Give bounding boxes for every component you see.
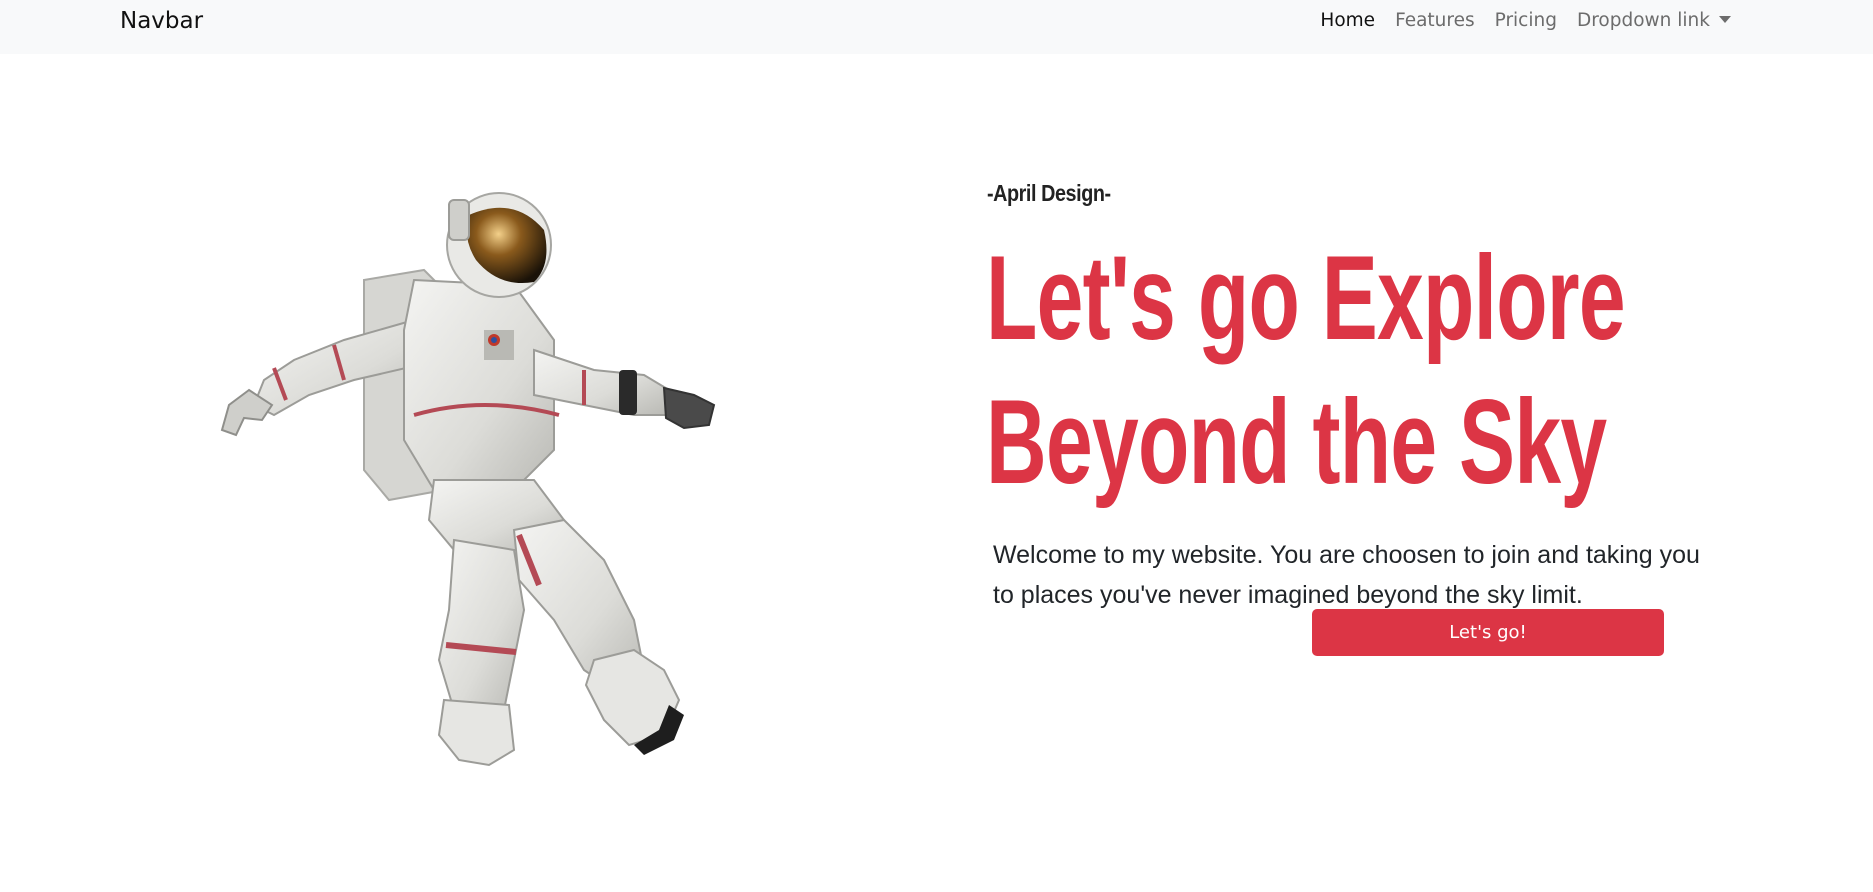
hero-headline-line2: Beyond the Sky — [986, 375, 1607, 509]
nav-link-features[interactable]: Features — [1395, 9, 1475, 33]
hero-headline: Let's go Explore Beyond the Sky — [986, 226, 1626, 514]
nav-link-home[interactable]: Home — [1320, 9, 1375, 33]
nav-dropdown-toggle[interactable]: Dropdown link — [1577, 9, 1731, 33]
nav-link-pricing[interactable]: Pricing — [1495, 9, 1557, 33]
nav-dropdown-label: Dropdown link — [1576, 10, 1710, 31]
navbar-brand[interactable]: Navbar — [120, 6, 203, 36]
hero-eyebrow: -April Design- — [987, 180, 1111, 206]
hero-lead: Welcome to my website. You are choosen t… — [993, 541, 1700, 609]
navbar: Navbar Home Features Pricing Dropdown li… — [0, 0, 1873, 54]
hero-headline-line1: Let's go Explore — [986, 231, 1626, 365]
chevron-down-icon — [1719, 16, 1731, 23]
lets-go-button[interactable]: Let's go! — [1312, 609, 1664, 656]
nav-links: Home Features Pricing Dropdown link — [1320, 9, 1731, 33]
astronaut-image — [214, 190, 754, 770]
